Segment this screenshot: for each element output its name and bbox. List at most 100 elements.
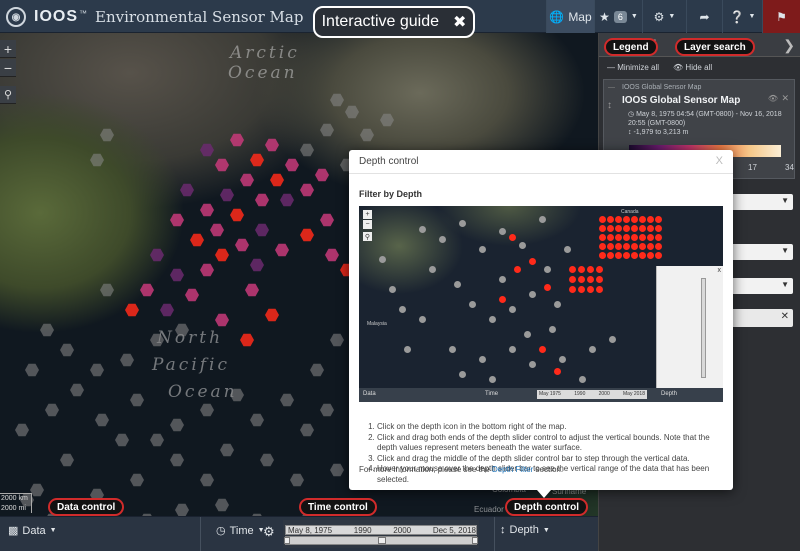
nav-favorites[interactable]: ★ 6 ▼ — [594, 0, 642, 33]
clear-icon[interactable]: ✕ — [781, 311, 789, 322]
preview-time-labels: May 1975 1990 2000 May 2018 — [539, 391, 645, 397]
close-icon[interactable]: ✖ — [453, 12, 466, 32]
data-hex — [150, 433, 164, 447]
preview-data-point — [607, 234, 614, 241]
data-hex — [170, 268, 184, 282]
minimize-all-button[interactable]: — Minimize all — [607, 63, 659, 72]
depth-filter-link[interactable]: Depth Filter — [492, 465, 533, 474]
time-tick-2000: 2000 — [393, 526, 412, 535]
data-hex — [320, 213, 334, 227]
preview-data-point — [599, 243, 606, 250]
preview-data-point — [607, 243, 614, 250]
preview-time-end: May 2018 — [623, 391, 645, 397]
preview-data-point — [544, 266, 551, 273]
preview-data-point — [404, 346, 411, 353]
nav-settings[interactable]: ⚙ ▼ — [642, 0, 686, 33]
preview-data-point — [607, 216, 614, 223]
preview-data-point — [578, 286, 585, 293]
preview-depth-panel: x — [656, 266, 723, 388]
time-control-button[interactable]: ◷ Time ▼ — [216, 524, 265, 538]
brand[interactable]: ◉ IOOS ™ Environmental Sensor Map — [6, 7, 303, 27]
nav-map[interactable]: 🌐 Map — [546, 0, 594, 33]
map-label-arctic-ocean: Ocean — [228, 63, 298, 83]
preview-zoom-out-icon: − — [363, 220, 372, 229]
clock-icon: ◷ — [628, 111, 635, 118]
collapse-icon[interactable]: — — [608, 84, 615, 91]
nav-share[interactable]: ➦ — [686, 0, 722, 33]
callout-depth-control: Depth control — [505, 498, 588, 516]
time-slider[interactable]: May 8, 1975 1990 2000 Dec 5, 2018 — [283, 520, 479, 548]
preview-data-point — [655, 234, 662, 241]
chevron-down-icon: ▼ — [748, 13, 756, 20]
preview-data-point — [554, 368, 561, 375]
preview-data-point — [609, 336, 616, 343]
preview-data-point — [639, 252, 646, 259]
hide-all-button[interactable]: 👁 Hide all — [673, 63, 712, 72]
time-slider-track[interactable]: May 8, 1975 1990 2000 Dec 5, 2018 — [285, 525, 477, 535]
remove-layer-icon[interactable]: ✕ — [781, 93, 789, 104]
data-hex — [220, 188, 234, 202]
data-hex — [45, 403, 59, 417]
preview-data-point — [429, 266, 436, 273]
ioos-logo-icon: ◉ — [6, 7, 26, 27]
callout-layer-search: Layer search — [675, 38, 755, 56]
preview-data-point — [499, 228, 506, 235]
data-control-button[interactable]: ▩ Data ▼ — [8, 524, 57, 538]
data-hex — [185, 288, 199, 302]
data-hex — [280, 393, 294, 407]
preview-data-point — [607, 225, 614, 232]
chevron-down-icon: ▼ — [49, 527, 57, 534]
data-hex — [250, 258, 264, 272]
zoom-search-icon[interactable]: ⚲ — [0, 86, 16, 104]
preview-data-point — [623, 225, 630, 232]
data-hex — [210, 223, 224, 237]
preview-data-point — [655, 225, 662, 232]
nav-feedback[interactable]: ⚑ — [762, 0, 800, 33]
data-control-label: Data — [22, 524, 46, 537]
drag-handle-icon[interactable]: ↕ — [607, 100, 612, 111]
preview-depth-close-icon: x — [717, 267, 722, 274]
preview-zoom-in-icon: + — [363, 210, 372, 219]
preview-data-point — [631, 234, 638, 241]
preview-data-point — [419, 316, 426, 323]
time-slider-start-handle[interactable] — [284, 537, 290, 544]
data-hex — [15, 423, 29, 437]
data-hex — [215, 313, 229, 327]
depth-control-button[interactable]: ↕ Depth ▼ — [500, 524, 550, 536]
preview-data-point — [499, 276, 506, 283]
visibility-eye-icon[interactable]: 👁 — [768, 94, 778, 103]
preview-data-point — [655, 243, 662, 250]
data-hex — [60, 453, 74, 467]
data-hex — [170, 213, 184, 227]
preview-data-point — [439, 236, 446, 243]
preview-data-point — [639, 234, 646, 241]
preview-data-point — [449, 346, 456, 353]
data-hex — [300, 143, 314, 157]
chevron-down-icon: ▼ — [668, 13, 676, 20]
data-hex — [90, 363, 104, 377]
interactive-guide-label: Interactive guide — [321, 13, 439, 30]
preview-data-point — [549, 326, 556, 333]
time-slider-end-handle[interactable] — [472, 537, 478, 544]
data-hex — [170, 418, 184, 432]
nav-help[interactable]: ❔ ▼ — [722, 0, 762, 33]
chevron-right-icon[interactable]: ❯ — [783, 37, 795, 54]
data-hex — [360, 128, 374, 142]
interactive-guide-button[interactable]: Interactive guide ✖ — [313, 6, 475, 38]
data-hex — [100, 283, 114, 297]
time-slider-labels: May 8, 1975 1990 2000 Dec 5, 2018 — [288, 526, 476, 535]
preview-data-point — [539, 346, 546, 353]
zoom-in-button[interactable]: + — [0, 40, 16, 58]
depth-control-guide-dialog: Depth control X Filter by Depth + − ⚲ Ca… — [349, 150, 733, 490]
map-label-arctic: Arctic — [230, 43, 300, 63]
bar-chart-icon: ▩ — [8, 525, 19, 537]
dialog-steps-list: Click on the depth icon in the bottom ri… — [377, 422, 723, 486]
time-slider-middle-handle[interactable] — [378, 537, 386, 544]
preview-data-point — [599, 234, 606, 241]
dialog-close-button[interactable]: X — [716, 155, 723, 167]
time-settings-gear-icon[interactable]: ⚙ — [263, 524, 275, 540]
preview-data-point — [599, 252, 606, 259]
map-label-pacific: Pacific — [152, 355, 231, 375]
preview-data-point — [419, 226, 426, 233]
zoom-out-button[interactable]: − — [0, 59, 16, 77]
